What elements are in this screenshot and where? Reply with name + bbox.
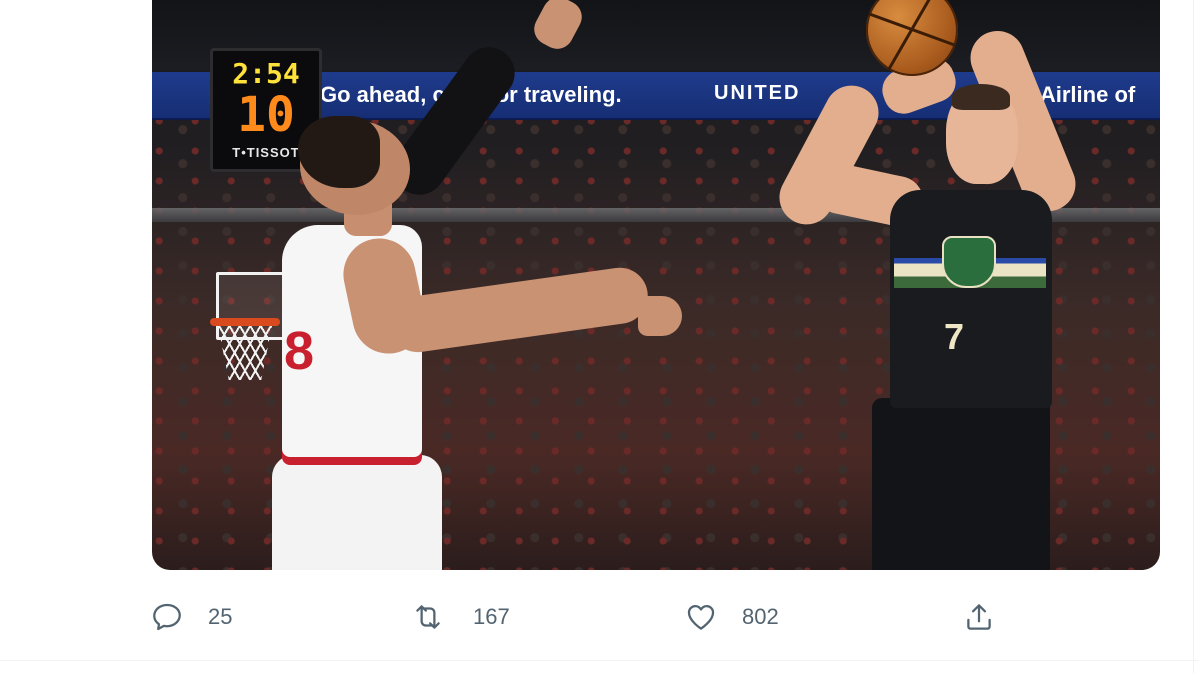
defender-hand xyxy=(638,296,682,336)
shooter-jersey xyxy=(890,190,1052,408)
game-clock-readout: 2:54 xyxy=(232,57,300,90)
defender-shorts xyxy=(272,455,442,570)
reply-icon xyxy=(153,603,181,631)
shooter-jersey-number: 7 xyxy=(944,316,965,357)
defender-forearm xyxy=(386,264,652,356)
share-button[interactable] xyxy=(962,598,996,636)
retweet-icon xyxy=(416,605,440,629)
retweet-count: 167 xyxy=(473,604,510,629)
tweet-divider xyxy=(0,660,1198,661)
tweet-media-photo[interactable]: Go ahead, cal■ ■or traveling. UNITED Off… xyxy=(152,0,1160,570)
like-button[interactable]: 802 xyxy=(684,598,779,636)
reply-button[interactable]: 25 xyxy=(150,598,232,636)
heart-icon xyxy=(687,604,715,630)
shooter-hair xyxy=(952,84,1010,110)
basketball-net xyxy=(218,326,272,380)
reply-count: 25 xyxy=(208,604,233,629)
defender-jersey-number: 8 xyxy=(284,321,315,381)
retweet-button[interactable]: 167 xyxy=(411,598,510,636)
shooter-shorts xyxy=(872,398,1050,570)
column-divider xyxy=(1193,0,1194,673)
like-count: 802 xyxy=(742,604,779,629)
share-icon xyxy=(967,604,991,630)
ribbon-text-2: UNITED xyxy=(714,82,801,104)
basketball-rim xyxy=(210,318,280,326)
deer-logo-icon xyxy=(942,236,996,288)
